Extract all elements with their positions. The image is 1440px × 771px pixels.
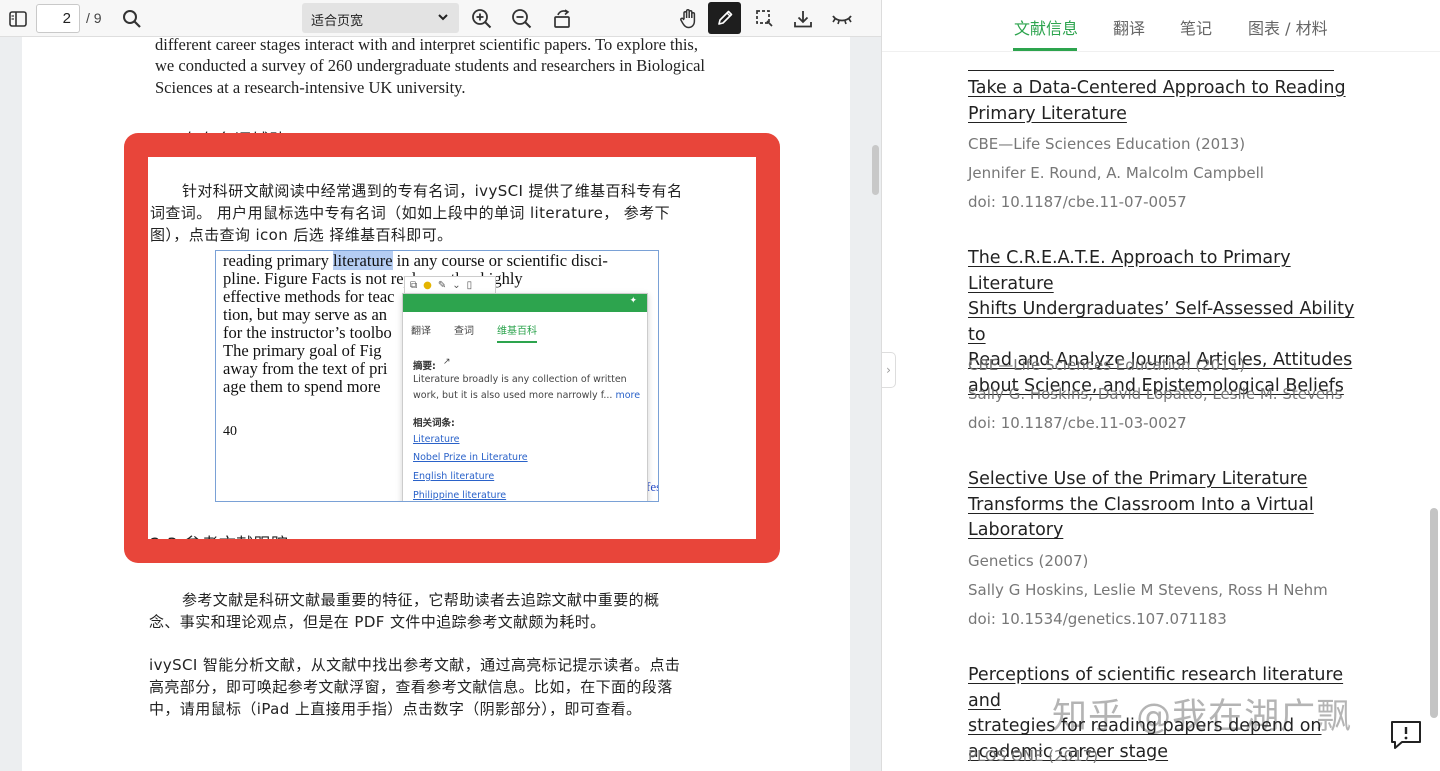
reference-authors: Jennifer E. Round, A. Malcolm Campbell (968, 164, 1264, 182)
annotate-pen-button[interactable] (708, 2, 741, 34)
feedback-button[interactable] (1390, 720, 1422, 750)
tab-translate[interactable]: 翻译 (1113, 15, 1145, 39)
reference-title[interactable]: Selective Use of the Primary Literature … (968, 467, 1368, 544)
popup-tab-lookup: 查词 (454, 326, 474, 337)
pdf-scrollbar[interactable] (872, 145, 879, 195)
demo-text-line: for the instructor’s toolbo (223, 323, 392, 342)
chevron-down-icon: ⌄ (452, 280, 461, 291)
highlight-content: 针对科研文献阅读中经常遇到的专有名词，ivySCI 提供了维基百科专有名 词查词… (148, 157, 756, 539)
reference-doi: doi: 10.1187/cbe.11-07-0057 (968, 193, 1187, 211)
feedback-icon (1391, 721, 1421, 749)
hand-tool-icon[interactable] (677, 0, 701, 37)
related-link: Nobel Prize in Literature (413, 452, 528, 463)
popup-related-label: 相关词条: (413, 418, 455, 429)
tab-figures[interactable]: 图表 / 材料 (1248, 15, 1328, 39)
copy-icon: ⧉ (410, 280, 418, 291)
pdf-text-line: 中，请用鼠标（iPad 上直接用手指）点击数字（阴影部分），即可查看。 (149, 700, 642, 718)
zoom-select[interactable]: 适合页宽 (302, 3, 459, 33)
page-total-label: / 9 (86, 10, 102, 26)
reference-title[interactable]: The C.R.E.A.T.E. Approach to Primary Lit… (968, 246, 1368, 400)
section-heading: 2.3 参考文献跟踪 (150, 530, 288, 539)
reference-doi: doi: 10.1534/genetics.107.071183 (968, 610, 1227, 628)
sidebar-toggle-icon[interactable] (6, 0, 30, 37)
demo-page-number: 40 (223, 424, 237, 439)
pen-icon: ✎ (437, 280, 447, 291)
pdf-text-line: 高亮部分，即可唤起参考文献浮窗，查看参考文献信息。比如，在下面的段落 (149, 678, 673, 696)
demo-screenshot: reading primary literature in any course… (215, 250, 659, 502)
reference-authors: Sally G Hoskins, Leslie M Stevens, Ross … (968, 581, 1328, 599)
more-link: more (615, 390, 641, 401)
pdf-text-line: Sciences at a research-intensive UK univ… (155, 78, 466, 97)
color-dot-icon: ● (423, 280, 432, 291)
collapse-panel-handle[interactable]: › (882, 352, 896, 388)
reference-authors: Sally G. Hoskins, David Lopatto, Leslie … (968, 385, 1343, 403)
popup-header: ✦ (403, 294, 647, 312)
tab-divider (882, 51, 1440, 52)
reference-journal: CBE—Life Sciences Education (2011) (968, 356, 1246, 374)
reference-journal: PLOS ONE (2017) (968, 747, 1099, 765)
popup-summary-text: Literature broadly is any collection of … (413, 374, 627, 385)
pdf-text-line: 参考文献是科研文献最重要的特征，它帮助读者去追踪文献中重要的概 (182, 591, 660, 609)
feature-para-line: 词查词。 用户用鼠标选中专有名词（如如上段中的单词 literature， 参考… (150, 204, 670, 222)
watermark: 知乎 @我在湖广飘 (1052, 697, 1353, 737)
pdf-text-line: 念、事实和理论观点，但是在 PDF 文件中追踪参考文献颇为耗时。 (149, 613, 606, 631)
pdf-viewer: / 9 适合页宽 diff (0, 0, 882, 771)
pdf-toolbar: / 9 适合页宽 (0, 0, 881, 37)
zoom-in-icon[interactable] (469, 0, 493, 37)
reference-doi: doi: 10.1187/cbe.11-03-0027 (968, 414, 1187, 432)
tab-notes[interactable]: 笔记 (1180, 15, 1212, 39)
external-link-icon: ↗ (443, 357, 451, 367)
chevron-right-icon: › (886, 363, 891, 377)
demo-text-line: effective methods for teac (223, 287, 395, 306)
pdf-text-line: different career stages interact with an… (155, 35, 698, 54)
demo-text-line: tion, but may serve as an (223, 305, 388, 324)
pin-icon: ✦ (629, 296, 637, 306)
popup-tab-translate: 翻译 (411, 326, 431, 337)
info-panel: 文献信息 翻译 笔记 图表 / 材料 › Take a Data-Centere… (882, 0, 1440, 771)
reference-journal: CBE—Life Sciences Education (2013) (968, 135, 1246, 153)
pdf-text-line: we conducted a survey of 260 undergradua… (155, 56, 705, 75)
chevron-down-icon (438, 14, 448, 21)
related-link: Philippine literature (413, 490, 507, 501)
tab-paper-info[interactable]: 文献信息 (1014, 15, 1078, 39)
select-area-icon[interactable] (752, 0, 776, 37)
selected-word: literature (332, 251, 393, 270)
related-link: Literature (413, 434, 460, 445)
pen-icon (717, 10, 732, 25)
highlight-frame: 针对科研文献阅读中经常遇到的专有名词，ivySCI 提供了维基百科专有名 词查词… (124, 133, 780, 563)
rotate-icon[interactable] (550, 0, 574, 37)
eye-closed-icon[interactable] (830, 0, 854, 37)
popup-summary-label: 摘要: (413, 361, 436, 372)
popup-tab-wiki: 维基百科 (497, 322, 537, 343)
zoom-select-value: 适合页宽 (311, 14, 364, 29)
clipboard-icon: ▯ (466, 280, 473, 291)
reference-title[interactable]: Take a Data-Centered Approach to Reading… (968, 76, 1368, 127)
download-icon[interactable] (791, 0, 815, 37)
popup-summary-text: work, but it is also used more narrowly … (413, 390, 641, 401)
wiki-popup: ✦ 翻译 查词 维基百科 摘要: ↗ Literature broadly is… (402, 293, 648, 501)
related-link: English literature (413, 471, 495, 482)
demo-text-line: away from the text of pri (223, 359, 388, 378)
demo-text-line: age them to spend more (223, 377, 381, 396)
demo-text-line: reading primary literature in any course… (223, 251, 608, 270)
reference-journal: Genetics (2007) (968, 552, 1089, 570)
demo-text-line: The primary goal of Fig (223, 341, 382, 360)
ref-title-fragment (968, 56, 1334, 72)
panel-scrollbar[interactable] (1430, 508, 1438, 718)
page-number-input[interactable] (36, 4, 80, 33)
feature-para-line: 针对科研文献阅读中经常遇到的专有名词，ivySCI 提供了维基百科专有名 (182, 182, 683, 200)
pdf-text-line: ivySCI 智能分析文献，从文献中找出参考文献，通过高亮标记提示读者。点击 (149, 656, 681, 674)
search-icon[interactable] (120, 0, 144, 37)
zoom-out-icon[interactable] (509, 0, 533, 37)
feature-para-line: 图），点击查询 icon 后选 择维基百科即可。 (150, 226, 453, 244)
